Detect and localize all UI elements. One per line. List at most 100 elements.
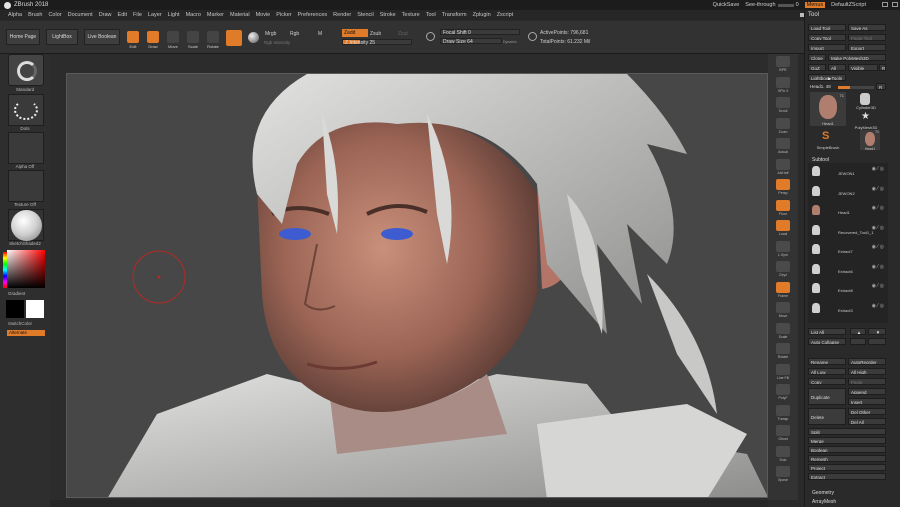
load-tool-button[interactable]: Load Tool <box>808 24 846 31</box>
del-other-button[interactable]: Del Other <box>848 408 886 415</box>
rotate-button[interactable]: Rotate <box>206 29 220 49</box>
tool-thumb-simplebrush[interactable]: S SimpleBrush <box>810 130 846 150</box>
subtool-row[interactable]: JEWON2 ◉ ⁄ ◎ <box>808 185 888 197</box>
rgb-button[interactable]: Rgb <box>290 31 299 37</box>
split-button[interactable]: Split <box>808 428 886 435</box>
rename-button[interactable]: Rename <box>808 358 846 365</box>
subtool-visibility-icon[interactable]: ◉ ⁄ ◎ <box>872 225 884 231</box>
menu-macro[interactable]: Macro <box>186 12 201 18</box>
subtool-visibility-icon[interactable]: ◉ ⁄ ◎ <box>872 205 884 211</box>
shelf-gxyz[interactable]: Gxyz <box>774 261 792 277</box>
menu-layer[interactable]: Layer <box>148 12 162 18</box>
head1-slider[interactable] <box>838 86 874 89</box>
shelf-rotate[interactable]: Rotate <box>774 343 792 359</box>
shelf-zoom[interactable]: Zoom <box>774 117 792 134</box>
home-page-button[interactable]: Home Page <box>6 29 40 45</box>
subtool-visibility-icon[interactable]: ◉ ⁄ ◎ <box>872 186 884 192</box>
visible-button[interactable]: Visible <box>848 64 878 71</box>
geometry-header[interactable]: Geometry <box>812 490 834 496</box>
menu-marker[interactable]: Marker <box>207 12 224 18</box>
subtool-visibility-icon[interactable]: ◉ ⁄ ◎ <box>872 166 884 172</box>
all-high-button[interactable]: All High <box>848 368 886 375</box>
project-button[interactable]: Project <box>808 464 886 471</box>
r-button[interactable]: R <box>879 64 886 71</box>
menu-transform[interactable]: Transform <box>442 12 467 18</box>
all-low-button[interactable]: All Low <box>808 368 846 375</box>
menu-zplugin[interactable]: Zplugin <box>473 12 491 18</box>
zcut-button[interactable]: Zcut <box>398 31 408 37</box>
paste-button[interactable]: Paste <box>848 378 886 385</box>
close-icon[interactable] <box>892 2 898 7</box>
subtool-row[interactable]: Extract8 ◉ ⁄ ◎ <box>808 282 888 294</box>
menu-render[interactable]: Render <box>333 12 351 18</box>
alpha-thumbnail[interactable] <box>8 132 44 164</box>
extract-button[interactable]: Extract <box>808 473 886 480</box>
menu-brush[interactable]: Brush <box>28 12 42 18</box>
material-thumbnail[interactable] <box>8 209 44 241</box>
duplicate-button[interactable]: Duplicate <box>808 388 846 405</box>
menu-preferences[interactable]: Preferences <box>298 12 328 18</box>
gradient-label[interactable]: Gradient <box>0 291 50 296</box>
shelf-l-sym[interactable]: L.Sym <box>774 240 792 257</box>
goz-button[interactable]: GoZ <box>808 64 826 71</box>
shelf-ghost[interactable]: Ghost <box>774 425 792 441</box>
rgb-intensity-slider[interactable]: Rgb Intensity <box>264 40 290 45</box>
texture-thumbnail[interactable] <box>8 170 44 202</box>
shelf-bpr[interactable]: BPR <box>774 56 792 72</box>
mrgb-button[interactable]: Mrgb <box>265 31 276 37</box>
del-all-button[interactable]: Del All <box>848 418 886 425</box>
shelf-frame[interactable]: Frame <box>774 281 792 298</box>
tool-thumb-cylinder[interactable]: Cylinder3D <box>848 92 884 110</box>
viewport-canvas[interactable] <box>66 73 768 498</box>
autoreorder-button[interactable]: AutoReorder <box>848 358 886 365</box>
subtool-visibility-icon[interactable]: ◉ ⁄ ◎ <box>872 244 884 250</box>
arrow-up-icon[interactable] <box>850 338 866 345</box>
shelf-spix-3[interactable]: SPix 3 <box>774 76 792 93</box>
lightbox-tools-button[interactable]: Lightbox▶Tools <box>808 74 846 81</box>
draw-size-slider[interactable]: Draw Size 64 <box>440 38 502 45</box>
shelf-floor[interactable]: Floor <box>774 199 792 216</box>
boolean-button[interactable]: Boolean <box>808 446 886 453</box>
menu-texture[interactable]: Texture <box>402 12 420 18</box>
save-as-button[interactable]: Save As <box>848 24 886 31</box>
m-button[interactable]: M <box>318 31 322 37</box>
goz-all-button[interactable]: All <box>828 64 846 71</box>
brush-thumbnail[interactable] <box>8 54 44 86</box>
subtool-row[interactable]: Extract6 ◉ ⁄ ◎ <box>808 263 888 275</box>
r2-button[interactable]: R <box>876 83 886 90</box>
merge-button[interactable]: Merge <box>808 437 886 444</box>
scale-button[interactable]: Scale <box>186 29 200 49</box>
subtool-row[interactable]: JEWON1 ◉ ⁄ ◎ <box>808 165 888 177</box>
menu-edit[interactable]: Edit <box>118 12 127 18</box>
menu-picker[interactable]: Picker <box>276 12 291 18</box>
live-boolean-button[interactable]: Live Boolean <box>84 29 120 45</box>
move-down-button[interactable]: ▼ <box>868 328 886 335</box>
shelf-aahalf[interactable]: AAHalf <box>774 158 792 175</box>
menu-light[interactable]: Light <box>168 12 180 18</box>
edit-button[interactable]: Edit <box>126 29 140 49</box>
menu-draw[interactable]: Draw <box>99 12 112 18</box>
export-button[interactable]: Export <box>848 44 886 51</box>
append-button[interactable]: Append <box>848 388 886 395</box>
focal-shift-slider[interactable]: Focal Shift 0 <box>440 29 520 36</box>
subtool-row[interactable]: Extract7 ◉ ⁄ ◎ <box>808 243 888 255</box>
zadd-button[interactable]: Zadd <box>342 29 368 37</box>
remesh-button[interactable]: Remesh <box>808 455 886 462</box>
copy-button[interactable]: Copy <box>808 378 846 385</box>
shelf-solo[interactable]: Solo <box>774 445 792 462</box>
shelf-scroll[interactable]: Scroll <box>774 97 792 113</box>
menus-button[interactable]: Menus <box>804 2 826 8</box>
shelf-scale[interactable]: Scale <box>774 322 792 339</box>
draw-button[interactable]: Draw <box>146 29 160 49</box>
shelf-transp[interactable]: Transp <box>774 404 792 421</box>
tool-thumb-polymesh[interactable]: ★ PolyMesh3D <box>848 112 884 131</box>
tool-thumb-head1[interactable]: 71 Head1 <box>810 92 846 126</box>
move-up-button[interactable]: ▲ <box>850 328 866 335</box>
primary-color-swatch[interactable] <box>6 300 24 318</box>
subtool-visibility-icon[interactable]: ◉ ⁄ ◎ <box>872 264 884 270</box>
material-sphere-icon[interactable] <box>248 32 259 43</box>
shelf-xpose[interactable]: Xpose <box>774 466 792 482</box>
switchcolor-button[interactable]: SwitchColor <box>0 321 50 326</box>
color-picker[interactable] <box>7 250 45 288</box>
menu-zscript[interactable]: Zscript <box>497 12 514 18</box>
